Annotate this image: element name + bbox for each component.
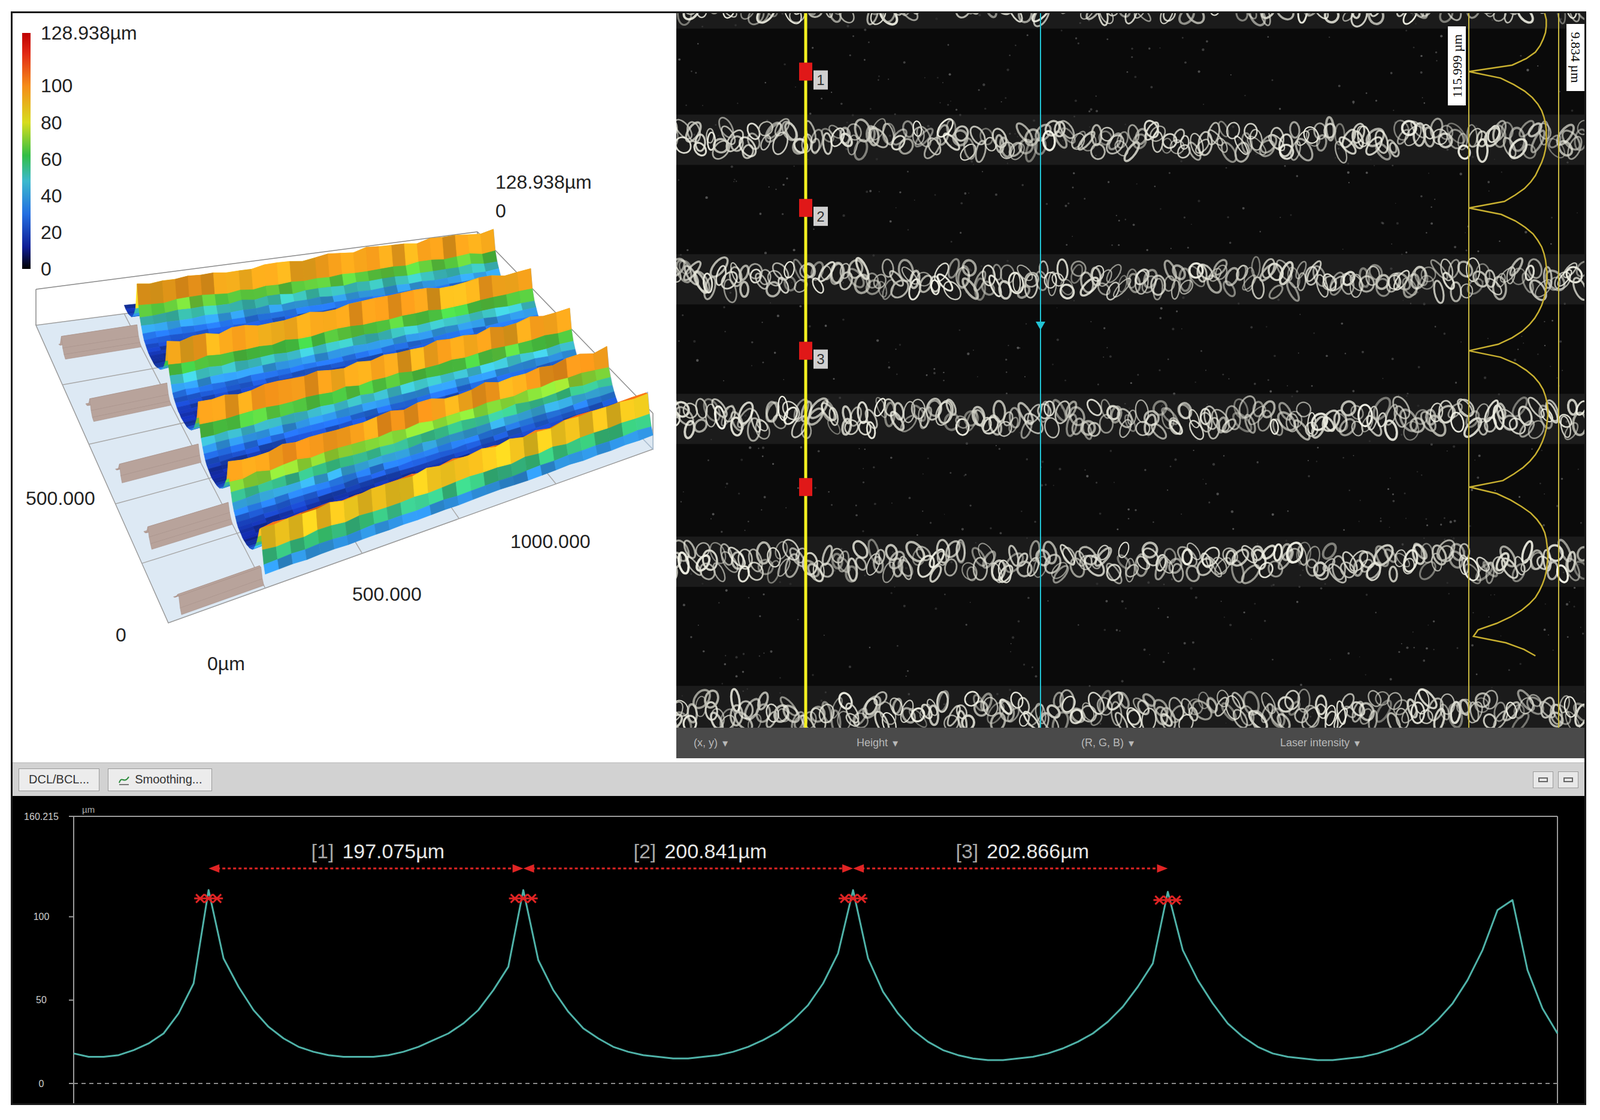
surface-facet <box>353 247 368 274</box>
surface-view[interactable]: 128.938µm100806040200128.938µm0500.00010… <box>12 13 677 759</box>
surface-facet <box>361 298 377 326</box>
surface-facet <box>162 279 177 304</box>
surface-facet <box>480 229 495 254</box>
surface-facet <box>478 275 494 301</box>
surface-facet <box>188 274 203 298</box>
surface-facet <box>315 253 330 279</box>
surface-facet <box>302 257 317 281</box>
surface-facet <box>258 323 273 347</box>
surface-facet <box>452 282 468 307</box>
surface-facet <box>348 301 364 327</box>
surface-facet <box>176 297 192 311</box>
surface-facet <box>226 270 241 294</box>
surface-facet <box>264 380 280 408</box>
surface-facet <box>394 276 410 286</box>
surface-facet <box>519 288 535 304</box>
surface-facet <box>322 309 338 333</box>
surface-facet <box>240 289 255 301</box>
surface-facet <box>410 347 426 372</box>
surface-facet <box>465 277 481 305</box>
surface-facet <box>251 264 266 290</box>
surface-facet <box>215 293 230 306</box>
surface-facet <box>203 305 219 316</box>
surface-facet <box>317 370 333 395</box>
surface-facet <box>277 261 292 286</box>
surface-facet <box>429 237 444 260</box>
surface-facet <box>517 268 533 292</box>
surface-view-panel: 128.938µm100806040200128.938µm0500.00010… <box>12 13 677 759</box>
surface-facet <box>387 293 402 320</box>
surface-facet <box>170 374 185 385</box>
surface-facet <box>239 268 254 290</box>
surface-facet <box>400 290 416 317</box>
surface-facet <box>503 323 519 347</box>
surface-facet <box>231 325 247 352</box>
surface-facet <box>198 399 214 425</box>
surface-facet <box>378 245 393 270</box>
surface-facet <box>149 280 165 305</box>
surface-facet <box>543 312 559 336</box>
surface-facet <box>328 253 343 278</box>
surface-facet <box>455 234 470 257</box>
surface-facet <box>318 286 334 298</box>
surface-facet <box>402 313 418 328</box>
surface-facet <box>422 280 437 288</box>
surface-facet <box>242 300 257 311</box>
surface-facet <box>265 285 281 297</box>
surface-facet <box>137 283 152 306</box>
surface-facet <box>420 271 435 282</box>
surface-facet <box>233 349 248 362</box>
surface-facet <box>493 294 509 309</box>
surface-facet <box>168 363 183 377</box>
surface-facet <box>418 259 434 274</box>
surface-facet <box>211 395 227 423</box>
surface-facet <box>426 288 442 311</box>
surface-facet <box>277 378 293 405</box>
surface-facet <box>245 325 260 350</box>
surface-facet <box>416 238 432 262</box>
surface-facet <box>355 271 370 283</box>
surface-facet <box>267 294 282 306</box>
surface-facet <box>504 271 520 295</box>
surface-facet <box>202 294 217 307</box>
surface-facet <box>283 316 299 341</box>
surface-facet <box>442 235 458 260</box>
surface-facet <box>340 252 356 275</box>
surface-facet <box>213 272 228 295</box>
surface-facet <box>556 308 572 334</box>
surface-facet <box>374 295 390 322</box>
surface-facet <box>366 246 381 272</box>
surface-facet <box>175 276 190 300</box>
surface-facet <box>490 327 505 350</box>
surface-facet <box>391 243 407 267</box>
surface-facet <box>177 308 193 321</box>
surface-facet <box>356 280 371 292</box>
surface-facet <box>397 349 413 374</box>
surface-facet <box>291 376 307 402</box>
surface-facet <box>289 261 305 283</box>
top-row: 128.938µm100806040200128.938µm0500.00010… <box>12 13 1585 759</box>
colorbar <box>22 32 31 269</box>
figure: 128.938µm100806040200128.938µm0500.00010… <box>10 11 1587 1106</box>
surface-facet <box>206 333 221 356</box>
surface-facet <box>207 354 222 368</box>
surface-facet <box>167 341 182 365</box>
surface-facet <box>413 288 429 314</box>
surface-facet <box>439 286 455 311</box>
surface-facet <box>238 390 254 415</box>
surface-facet <box>297 312 312 340</box>
surface-facet <box>467 234 483 254</box>
surface-facet <box>393 265 408 277</box>
surface-facet <box>138 304 153 318</box>
surface-facet <box>200 273 216 296</box>
surface-facet <box>316 277 332 289</box>
surface-facet <box>469 253 485 264</box>
surface-facet <box>264 262 279 287</box>
surface-facet <box>450 336 466 361</box>
surface-facet <box>491 275 507 298</box>
